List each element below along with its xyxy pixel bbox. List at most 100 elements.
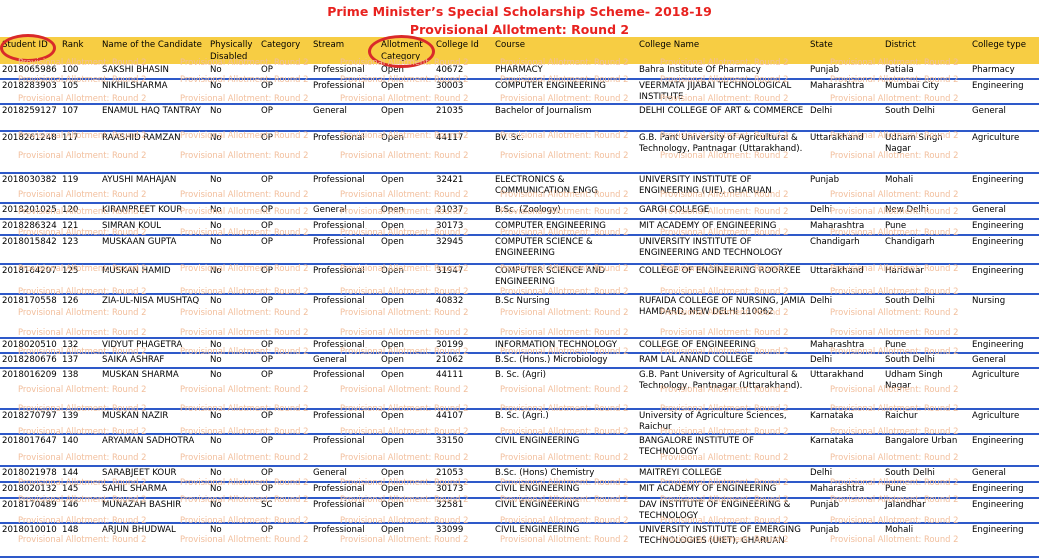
cell-stream: Professional [313, 436, 365, 446]
cell-state: Delhi [810, 355, 833, 365]
cell-candidate-name: VIDYUT PHAGETRA [102, 340, 183, 350]
table-row: 2018021978 144 SARABJEET KOUR No OP General Op… [0, 466, 1039, 482]
cell-category: OP [261, 355, 273, 365]
cell-college-id: 21062 [436, 355, 464, 365]
cell-course: B.Sc. (Hons.) Microbiology [495, 355, 608, 365]
cell-candidate-name: NIKHILSHARMA [102, 81, 168, 91]
cell-physically-disabled: No [210, 355, 222, 365]
cell-allotment-category: Open [381, 81, 404, 91]
cell-college-type: Engineering [972, 266, 1024, 276]
cell-state: Uttarakhand [810, 133, 864, 143]
cell-category: OP [261, 468, 273, 478]
header-college-name: College Name [637, 37, 808, 64]
cell-category: OP [261, 133, 273, 143]
cell-college-id: 32581 [436, 500, 464, 510]
cell-district: Patiala [885, 65, 914, 75]
cell-district: Bangalore Urban [885, 436, 958, 446]
cell-allotment-category: Open [381, 411, 404, 421]
header-category: Category [259, 37, 311, 64]
cell-candidate-name: RAASHID RAMZAN [102, 133, 181, 143]
cell-college-type: Engineering [972, 237, 1024, 247]
cell-category: OP [261, 436, 273, 446]
cell-physically-disabled: No [210, 237, 222, 247]
cell-course: CIVIL ENGINEERING [495, 484, 580, 494]
cell-state: Punjab [810, 525, 840, 535]
cell-candidate-name: ARJUN BHUDWAL [102, 525, 176, 535]
header-state: State [808, 37, 883, 64]
cell-college-type: Agriculture [972, 411, 1020, 421]
cell-student-id: 2018170489 [2, 500, 57, 510]
cell-rank: 107 [62, 106, 79, 116]
cell-course: COMPUTER ENGINEERING [495, 221, 606, 231]
table-row: 2018065986 100 SAKSHI BHASIN No OP Profession… [0, 64, 1039, 79]
cell-candidate-name: KIRANPREET KOUR [102, 205, 183, 215]
cell-category: OP [261, 81, 273, 91]
cell-course: B.Sc Nursing [495, 296, 550, 306]
cell-rank: 121 [62, 221, 79, 231]
cell-college-id: 33150 [436, 436, 464, 446]
cell-stream: Professional [313, 133, 365, 143]
cell-district: New Delhi [885, 205, 929, 215]
cell-state: Uttarakhand [810, 266, 864, 276]
cell-stream: Professional [313, 81, 365, 91]
cell-student-id: 2018021978 [2, 468, 57, 478]
cell-physically-disabled: No [210, 370, 222, 380]
cell-allotment-category: Open [381, 205, 404, 215]
cell-district: South Delhi [885, 296, 935, 306]
cell-college-type: Engineering [972, 436, 1024, 446]
cell-physically-disabled: No [210, 65, 222, 75]
table-body: 2018065986 100 SAKSHI BHASIN No OP Profession… [0, 64, 1039, 557]
cell-college-name: GARGI COLLEGE [639, 205, 710, 215]
cell-district: Mohali [885, 525, 914, 535]
cell-physically-disabled: No [210, 175, 222, 185]
table-row: 2018017647 140 ARYAMAN SADHOTRA No OP Profess… [0, 434, 1039, 466]
cell-course: COMPUTER SCIENCE AND ENGINEERING [495, 266, 605, 287]
cell-college-type: General [972, 106, 1006, 116]
cell-college-id: 44111 [436, 370, 464, 380]
table-row: 2018016209 138 MUSKAN SHARMA No OP Profession… [0, 368, 1039, 409]
cell-category: OP [261, 296, 273, 306]
cell-stream: General [313, 355, 347, 365]
cell-state: Delhi [810, 205, 833, 215]
cell-allotment-category: Open [381, 484, 404, 494]
cell-rank: 144 [62, 468, 79, 478]
cell-state: Maharashtra [810, 484, 865, 494]
cell-physically-disabled: No [210, 221, 222, 231]
cell-state: Punjab [810, 65, 840, 75]
header-college-type: College type [970, 37, 1039, 64]
cell-college-id: 21053 [436, 468, 464, 478]
cell-category: OP [261, 205, 273, 215]
table-row: 2018286324 121 SIMRAN KOUL No OP Professional… [0, 219, 1039, 235]
cell-college-name: MIT ACADEMY OF ENGINEERING [639, 221, 777, 231]
page-title: Prime Minister’s Special Scholarship Sch… [327, 4, 712, 19]
cell-allotment-category: Open [381, 221, 404, 231]
cell-student-id: 2018280676 [2, 355, 57, 365]
cell-college-id: 30199 [436, 340, 464, 350]
cell-district: Mohali [885, 175, 914, 185]
cell-college-id: 30173 [436, 221, 464, 231]
cell-college-name: MAITREYI COLLEGE [639, 468, 722, 478]
table-row: 2018020510 132 VIDYUT PHAGETRA No OP Professi… [0, 338, 1039, 353]
cell-state: Uttarakhand [810, 370, 864, 380]
cell-rank: 125 [62, 266, 79, 276]
allotment-table: Student ID Rank Name of the Candidate Ph… [0, 37, 1039, 558]
cell-state: Delhi [810, 106, 833, 116]
header-physically-disabled: Physically Disabled [208, 37, 259, 64]
cell-category: OP [261, 106, 273, 116]
cell-candidate-name: SARABJEET KOUR [102, 468, 177, 478]
cell-district: Mumbai City [885, 81, 939, 91]
cell-category: OP [261, 65, 273, 75]
cell-candidate-name: ARYAMAN SADHOTRA [102, 436, 195, 446]
cell-stream: Professional [313, 525, 365, 535]
cell-allotment-category: Open [381, 355, 404, 365]
cell-physically-disabled: No [210, 500, 222, 510]
cell-college-id: 32945 [436, 237, 464, 247]
cell-student-id: 2018259127 [2, 106, 57, 116]
cell-allotment-category: Open [381, 525, 404, 535]
cell-physically-disabled: No [210, 525, 222, 535]
cell-rank: 138 [62, 370, 79, 380]
table-row: 2018259127 107 ENAMUL HAQ TANTRAY No OP Gener… [0, 104, 1039, 131]
cell-allotment-category: Open [381, 175, 404, 185]
cell-candidate-name: SAKSHI BHASIN [102, 65, 169, 75]
cell-candidate-name: SAIKA ASHRAF [102, 355, 165, 365]
